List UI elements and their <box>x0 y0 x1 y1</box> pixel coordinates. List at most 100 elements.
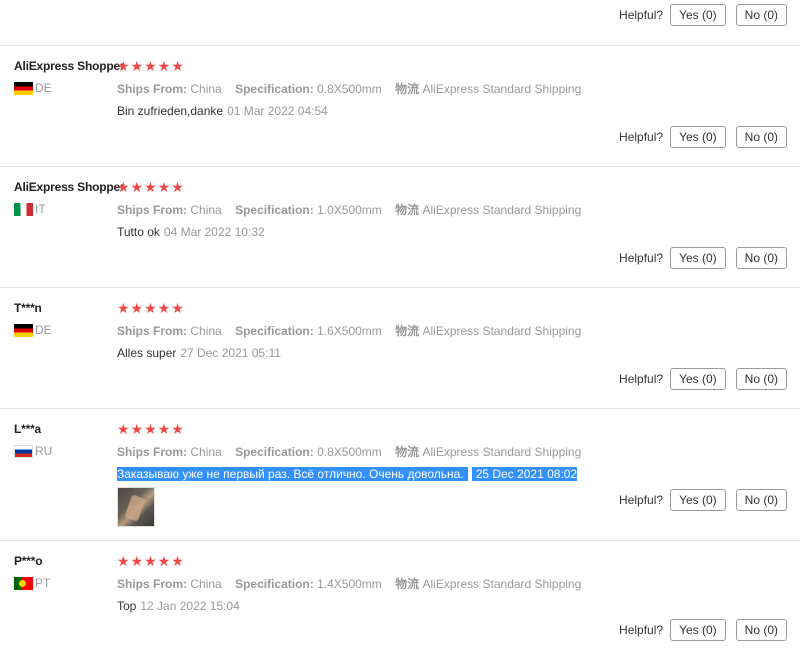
review-item: AliExpress Shopper IT ★★★★★ Ships From: … <box>0 166 800 287</box>
helpful-label: Helpful? <box>619 130 664 144</box>
star-rating: ★★★★★ <box>117 179 185 195</box>
helpful-yes-button[interactable]: Yes (0) <box>670 247 726 269</box>
review-date: 27 Dec 2021 05:11 <box>180 346 281 360</box>
review-date: 01 Mar 2022 04:54 <box>227 104 328 118</box>
review-body: Tutto ok 04 Mar 2022 10:32 <box>117 225 800 239</box>
helpful-yes-button[interactable]: Yes (0) <box>670 4 726 26</box>
selected-text: Заказываю уже не первый раз. Всё отлично… <box>117 467 468 481</box>
review-content: ★★★★★ Ships From: China Specification: 0… <box>117 59 800 118</box>
helpful-no-button[interactable]: No (0) <box>735 4 787 26</box>
de-flag-icon <box>14 81 33 95</box>
top-feedback: Helpful? Yes (0) No (0) <box>619 4 787 26</box>
country-code: DE <box>35 323 52 337</box>
reviewer-info: AliExpress Shopper IT <box>14 180 125 216</box>
country-code: DE <box>35 81 52 95</box>
review-date: 04 Mar 2022 10:32 <box>163 225 265 239</box>
specification-label: Specification: <box>235 445 314 459</box>
star-rating: ★★★★★ <box>117 421 185 437</box>
helpful-no-button[interactable]: No (0) <box>735 619 787 641</box>
reviewer-country: DE <box>14 81 114 95</box>
shipping-label: 物流 <box>395 324 420 338</box>
reviewer-country: DE <box>14 323 114 337</box>
helpful-no-button[interactable]: No (0) <box>735 489 787 511</box>
helpful-yes-button[interactable]: Yes (0) <box>670 368 726 390</box>
review-list: AliExpress Shopper DE ★★★★★ Ships From: … <box>0 45 800 652</box>
ships-from-label: Ships From: <box>117 445 188 459</box>
specification-value: 1.4X500mm <box>317 577 382 591</box>
review-meta: Ships From: China Specification: 0.8X500… <box>117 443 800 460</box>
review-content: ★★★★★ Ships From: China Specification: 1… <box>117 180 800 239</box>
shipping-value: AliExpress Standard Shipping <box>422 324 582 338</box>
ships-from-value: China <box>190 577 222 591</box>
review-text: Bin zufrieden,danke <box>117 104 224 118</box>
specification-label: Specification: <box>235 82 314 96</box>
review-content: ★★★★★ Ships From: China Specification: 1… <box>117 301 800 360</box>
review-item: L***a RU ★★★★★ Ships From: China Specifi… <box>0 408 800 540</box>
helpful-yes-button[interactable]: Yes (0) <box>670 619 726 641</box>
helpful-yes-button[interactable]: Yes (0) <box>670 126 726 148</box>
country-code: IT <box>35 202 46 216</box>
review-body: Заказываю уже не первый раз. Всё отлично… <box>117 467 800 481</box>
ships-from-label: Ships From: <box>117 203 188 217</box>
review-date: 25 Dec 2021 08:02 <box>475 467 578 481</box>
reviewer-name: T***n <box>14 301 42 315</box>
specification-value: 1.6X500mm <box>317 324 382 338</box>
review-date: 12 Jan 2022 15:04 <box>140 599 240 613</box>
de-flag-icon <box>14 323 33 337</box>
review-item: T***n DE ★★★★★ Ships From: China Specifi… <box>0 287 800 408</box>
review-body: Bin zufrieden,danke 01 Mar 2022 04:54 <box>117 104 800 118</box>
specification-value: 0.8X500mm <box>317 445 382 459</box>
specification-value: 1.0X500mm <box>317 203 382 217</box>
pt-flag-icon <box>14 576 33 590</box>
helpful-yes-button[interactable]: Yes (0) <box>670 489 726 511</box>
reviewer-name: AliExpress Shopper <box>14 180 125 194</box>
specification-label: Specification: <box>235 324 314 338</box>
review-meta: Ships From: China Specification: 1.6X500… <box>117 322 800 339</box>
shipping-label: 物流 <box>395 445 420 459</box>
reviewer-country: IT <box>14 202 114 216</box>
review-content: ★★★★★ Ships From: China Specification: 1… <box>117 554 800 613</box>
shipping-label: 物流 <box>395 82 420 96</box>
ru-flag-icon <box>14 444 33 458</box>
ships-from-label: Ships From: <box>117 577 188 591</box>
helpful-feedback: Helpful? Yes (0) No (0) <box>619 126 787 148</box>
shipping-value: AliExpress Standard Shipping <box>422 577 582 591</box>
helpful-label: Helpful? <box>619 623 664 637</box>
shipping-label: 物流 <box>395 203 420 217</box>
review-meta: Ships From: China Specification: 1.0X500… <box>117 201 800 218</box>
helpful-label: Helpful? <box>619 8 664 22</box>
ships-from-label: Ships From: <box>117 324 188 338</box>
it-flag-icon <box>14 202 33 216</box>
reviewer-name: P***o <box>14 554 43 568</box>
ships-from-value: China <box>190 203 222 217</box>
shipping-value: AliExpress Standard Shipping <box>422 203 582 217</box>
reviewer-country: RU <box>14 444 114 458</box>
helpful-label: Helpful? <box>619 493 664 507</box>
shipping-label: 物流 <box>395 577 420 591</box>
helpful-no-button[interactable]: No (0) <box>735 368 787 390</box>
helpful-no-button[interactable]: No (0) <box>735 247 787 269</box>
review-text: Top <box>117 599 137 613</box>
helpful-feedback: Helpful? Yes (0) No (0) <box>619 368 787 390</box>
star-rating: ★★★★★ <box>117 553 185 569</box>
review-content: ★★★★★ Ships From: China Specification: 0… <box>117 422 800 527</box>
review-text: Tutto ok <box>117 225 160 239</box>
helpful-feedback: Helpful? Yes (0) No (0) <box>619 619 787 641</box>
ships-from-value: China <box>190 82 222 96</box>
country-code: RU <box>35 444 53 458</box>
review-item: P***o PT ★★★★★ Ships From: China Specifi… <box>0 540 800 652</box>
reviewer-info: AliExpress Shopper DE <box>14 59 125 95</box>
reviewer-name: L***a <box>14 422 42 436</box>
shipping-value: AliExpress Standard Shipping <box>422 82 582 96</box>
review-text: Alles super <box>117 346 177 360</box>
helpful-no-button[interactable]: No (0) <box>735 126 787 148</box>
review-item: AliExpress Shopper DE ★★★★★ Ships From: … <box>0 45 800 166</box>
country-code: PT <box>35 576 51 590</box>
ships-from-label: Ships From: <box>117 82 188 96</box>
star-rating: ★★★★★ <box>117 58 185 74</box>
review-text: Заказываю уже не первый раз. Всё отлично… <box>117 467 464 481</box>
reviewer-info: P***o PT <box>14 554 114 590</box>
star-rating: ★★★★★ <box>117 300 185 316</box>
review-photo-thumbnail[interactable] <box>117 487 155 527</box>
helpful-feedback: Helpful? Yes (0) No (0) <box>619 4 787 26</box>
